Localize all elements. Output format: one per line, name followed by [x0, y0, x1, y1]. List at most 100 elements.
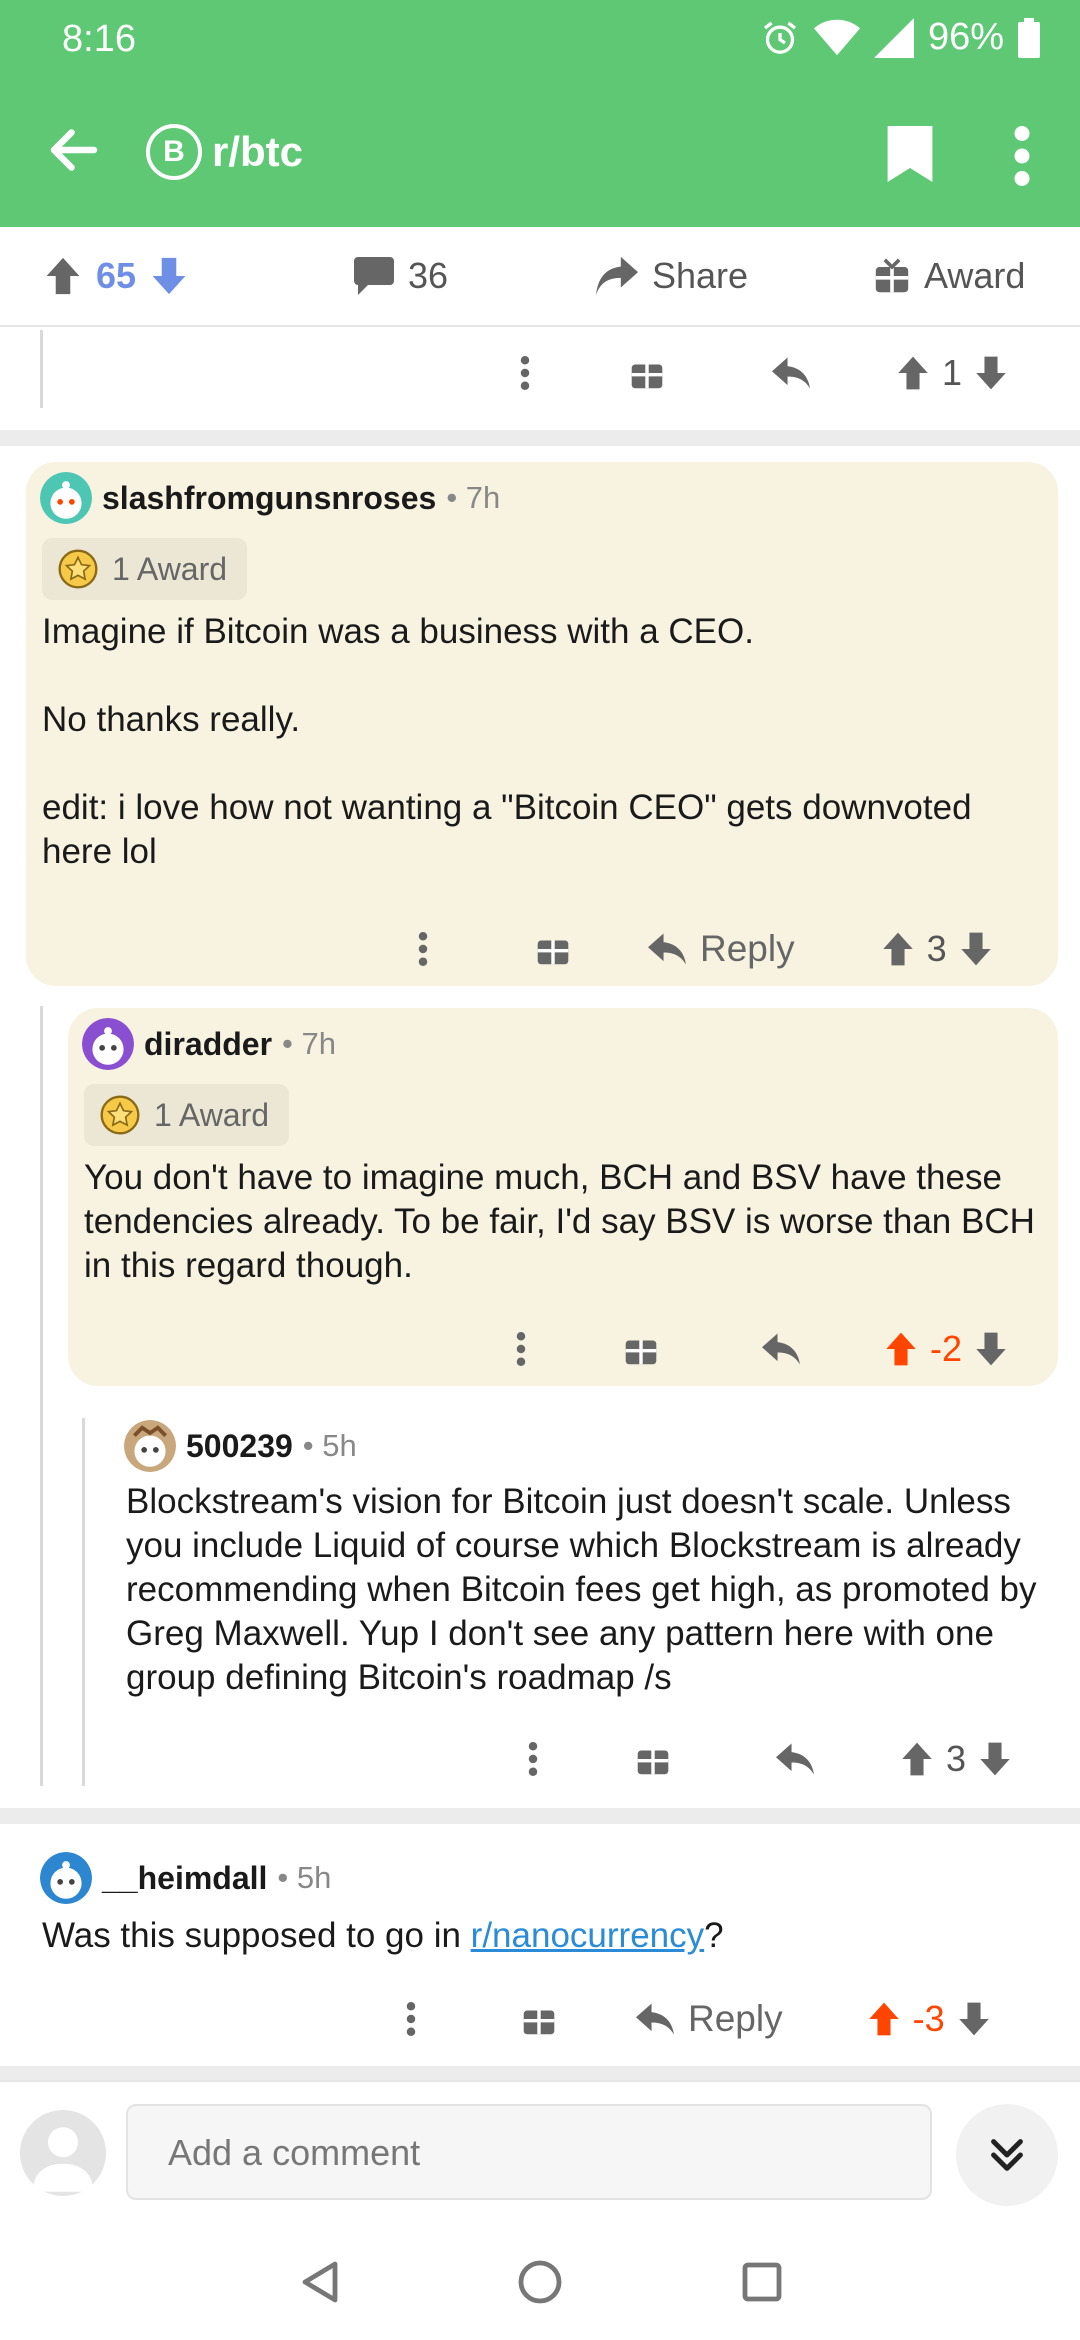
comment-header: 500239 • 5h	[124, 1420, 357, 1472]
award-label: 1 Award	[112, 550, 228, 587]
comment-meta: • 7h	[282, 1026, 336, 1061]
comment-divider	[0, 2066, 1080, 2080]
system-nav-bar	[0, 2220, 1080, 2340]
comment-composer: Add a comment	[0, 2080, 1080, 2220]
share-button[interactable]: Share	[596, 255, 748, 297]
comment-author[interactable]: 500239	[186, 1428, 293, 1465]
battery-icon	[1018, 17, 1040, 58]
downvote-icon[interactable]	[974, 1331, 1008, 1367]
gift-icon[interactable]	[522, 2002, 556, 2036]
double-chevron-down-icon	[991, 2139, 1023, 2171]
comment-actions-row: Reply 3	[418, 928, 993, 970]
comment-divider	[0, 1808, 1080, 1824]
comments-button[interactable]: 36	[354, 255, 448, 297]
more-vert-icon[interactable]	[528, 1742, 538, 1776]
reply-icon[interactable]	[776, 1743, 814, 1775]
avatar[interactable]	[124, 1420, 176, 1472]
more-vert-icon[interactable]	[1010, 126, 1034, 186]
comment-meta: • 5h	[302, 1428, 357, 1463]
post-action-bar: 65 36 Share Award	[0, 227, 1080, 327]
comment-age: 7h	[465, 480, 501, 515]
upvote-icon[interactable]	[867, 2001, 901, 2037]
award-badge[interactable]: 1 Award	[42, 538, 248, 600]
comment-meta: • 7h	[446, 480, 501, 515]
upvote-icon[interactable]	[881, 931, 915, 967]
comment-author[interactable]: slashfromgunsnroses	[102, 480, 436, 517]
collapse-comments-button[interactable]	[956, 2104, 1058, 2206]
avatar[interactable]	[40, 1852, 92, 1904]
screen: 8:16 96% B r/btc 65 36 Share Award 1 sla…	[0, 0, 1080, 2340]
downvote-icon[interactable]	[959, 931, 993, 967]
nav-back-icon[interactable]	[298, 2260, 340, 2304]
reply-button[interactable]: Reply	[648, 928, 795, 970]
bookmark-icon[interactable]	[886, 126, 934, 182]
more-vert-icon[interactable]	[520, 356, 530, 390]
signal-icon	[873, 17, 914, 58]
share-icon	[596, 256, 638, 296]
comment-author[interactable]: __heimdall	[102, 1860, 267, 1897]
comment-score: 1	[942, 352, 963, 393]
upvote-icon[interactable]	[896, 355, 930, 391]
comment-actions-row: Reply -3	[406, 1998, 991, 2040]
more-vert-icon[interactable]	[418, 932, 428, 966]
nav-recents-icon[interactable]	[742, 2262, 782, 2302]
back-arrow-icon[interactable]	[44, 120, 104, 180]
reply-button[interactable]: Reply	[636, 1998, 783, 2040]
downvote-icon[interactable]	[974, 355, 1008, 391]
status-icons: 96%	[760, 16, 1040, 59]
comment-score: -2	[930, 1328, 963, 1369]
user-avatar[interactable]	[20, 2110, 106, 2196]
comment-score: 3	[946, 1738, 967, 1779]
thread-line	[82, 1418, 85, 1786]
upvote-icon[interactable]	[900, 1741, 934, 1777]
app-bar: 8:16 96% B r/btc	[0, 0, 1080, 227]
comment-body: Blockstream's vision for Bitcoin just do…	[126, 1482, 1047, 1697]
user-icon	[32, 2127, 94, 2192]
comment-body-text: Was this supposed to go in	[42, 1916, 471, 1955]
star-award-icon	[100, 1095, 140, 1135]
battery-percent: 96%	[927, 16, 1004, 58]
downvote-icon[interactable]	[150, 256, 188, 296]
subreddit-link[interactable]: B r/btc	[146, 124, 303, 180]
upvote-icon[interactable]	[884, 1331, 918, 1367]
gift-icon[interactable]	[636, 1742, 670, 1776]
post-score: 65	[96, 255, 137, 296]
subreddit-name: r/btc	[212, 128, 304, 175]
subreddit-link[interactable]: r/nanocurrency	[471, 1916, 704, 1955]
reply-icon[interactable]	[772, 357, 810, 389]
comment-input[interactable]: Add a comment	[126, 2104, 932, 2200]
comment-header: diradder • 7h	[82, 1018, 336, 1070]
gift-icon[interactable]	[630, 356, 664, 390]
comment-header: slashfromgunsnroses • 7h	[40, 472, 500, 524]
alarm-icon	[763, 21, 796, 54]
bitcoin-icon: B	[146, 124, 202, 180]
comment-body: Imagine if Bitcoin was a business with a…	[42, 612, 972, 871]
downvote-icon[interactable]	[978, 1741, 1012, 1777]
gift-icon	[875, 258, 909, 293]
reply-label: Reply	[688, 1998, 783, 2039]
comment-divider	[0, 430, 1080, 446]
avatar[interactable]	[82, 1018, 134, 1070]
comment-age: 5h	[322, 1428, 357, 1463]
reply-icon[interactable]	[762, 1333, 800, 1365]
downvote-icon[interactable]	[957, 2001, 991, 2037]
nav-home-icon[interactable]	[518, 2260, 562, 2304]
award-label: 1 Award	[154, 1096, 270, 1133]
thread-line	[40, 330, 43, 408]
award-button[interactable]: Award	[874, 255, 1025, 297]
gift-icon[interactable]	[624, 1332, 658, 1366]
comment-header: __heimdall • 5h	[40, 1852, 331, 1904]
award-badge[interactable]: 1 Award	[84, 1084, 290, 1146]
comment-author[interactable]: diradder	[144, 1026, 272, 1063]
reply-label: Reply	[700, 928, 795, 969]
post-vote: 65	[44, 255, 188, 297]
comment-score: 3	[926, 928, 947, 969]
avatar[interactable]	[40, 472, 92, 524]
gift-icon[interactable]	[536, 932, 570, 966]
more-vert-icon[interactable]	[406, 2002, 416, 2036]
more-vert-icon[interactable]	[516, 1332, 526, 1366]
comment-meta: • 5h	[277, 1860, 332, 1895]
comment-score: -3	[912, 1998, 945, 2039]
upvote-icon[interactable]	[44, 256, 82, 296]
comment-body: You don't have to imagine much, BCH and …	[84, 1158, 1045, 1285]
